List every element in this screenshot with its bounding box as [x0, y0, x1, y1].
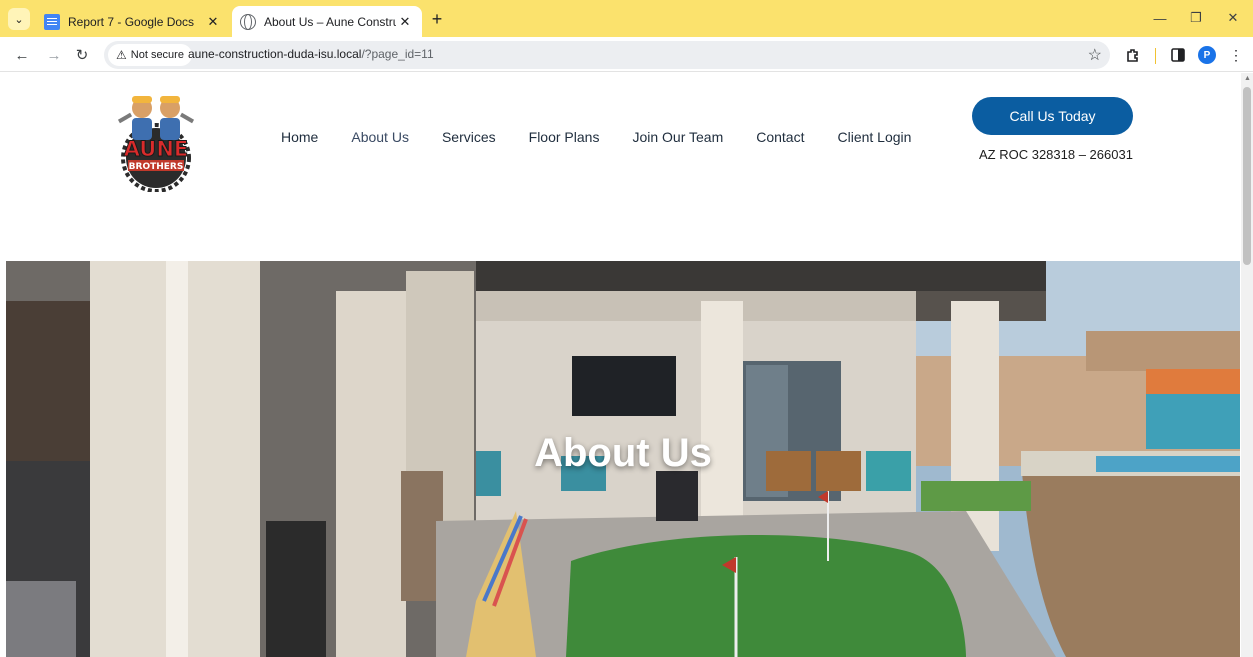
close-icon[interactable]: ✕	[396, 13, 414, 31]
main-navigation: Home About Us Services Floor Plans Join …	[281, 125, 911, 149]
toolbar-divider	[1155, 48, 1156, 64]
browser-toolbar: ← → ↻ ⚠ Not secure aune-construction-dud…	[0, 37, 1253, 72]
nav-contact[interactable]: Contact	[756, 129, 804, 145]
chevron-down-icon: ⌄	[14, 13, 24, 26]
security-chip[interactable]: ⚠ Not secure	[108, 44, 192, 66]
scroll-up-icon[interactable]: ▲	[1244, 75, 1251, 82]
bookmark-star-icon[interactable]: ☆	[1088, 45, 1102, 65]
license-number: AZ ROC 328318 – 266031	[979, 147, 1133, 162]
nav-floor-plans[interactable]: Floor Plans	[529, 129, 600, 145]
google-docs-icon	[44, 13, 60, 30]
url-text[interactable]: aune-construction-duda-isu.local/?page_i…	[188, 47, 434, 61]
more-menu-icon[interactable]: ⋮	[1226, 45, 1246, 65]
scrollbar-thumb[interactable]	[1243, 87, 1251, 265]
url-path: /?page_id=11	[361, 47, 434, 61]
site-logo[interactable]: AUNE BROTHERS	[108, 88, 204, 193]
close-icon[interactable]: ✕	[204, 13, 222, 31]
extensions-icon[interactable]	[1123, 45, 1143, 65]
browser-tab-bar: ⌄ Report 7 - Google Docs ✕ About Us – Au…	[0, 0, 1253, 37]
logo-text-top: AUNE	[124, 137, 189, 161]
tab-search-button[interactable]: ⌄	[8, 8, 30, 30]
call-us-today-button[interactable]: Call Us Today	[972, 97, 1133, 135]
reload-icon[interactable]: ↻	[70, 43, 94, 67]
hero-title: About Us	[534, 431, 712, 475]
hero-banner: About Us	[6, 261, 1240, 657]
logo-text-bottom: BROTHERS	[129, 162, 184, 172]
profile-avatar[interactable]: P	[1197, 45, 1217, 65]
security-label: Not secure	[130, 49, 184, 61]
minimize-icon[interactable]: —	[1149, 8, 1171, 28]
tab-about-us[interactable]: About Us – Aune Construction ✕	[232, 6, 422, 37]
address-bar[interactable]: ⚠ Not secure aune-construction-duda-isu.…	[104, 41, 1110, 69]
nav-services[interactable]: Services	[442, 129, 496, 145]
web-page: AUNE BROTHERS Home About Us Services Flo…	[0, 73, 1241, 657]
url-host: aune-construction-duda-isu.local	[188, 47, 362, 61]
nav-join-our-team[interactable]: Join Our Team	[632, 129, 723, 145]
nav-about-us[interactable]: About Us	[351, 129, 409, 145]
globe-icon	[240, 13, 256, 30]
tab-title: Report 7 - Google Docs	[68, 14, 195, 29]
close-window-icon[interactable]: ✕	[1222, 8, 1244, 28]
warning-icon: ⚠	[116, 48, 127, 62]
forward-icon[interactable]: →	[42, 43, 66, 67]
new-tab-button[interactable]: +	[426, 8, 448, 30]
restore-icon[interactable]: ❐	[1185, 8, 1207, 28]
page-scrollbar[interactable]: ▲	[1241, 73, 1253, 657]
back-icon[interactable]: ←	[10, 43, 34, 67]
profile-initial: P	[1198, 46, 1216, 64]
tab-google-docs[interactable]: Report 7 - Google Docs ✕	[36, 6, 230, 37]
tab-title: About Us – Aune Construction	[264, 14, 396, 29]
nav-client-login[interactable]: Client Login	[837, 129, 911, 145]
nav-home[interactable]: Home	[281, 129, 318, 145]
side-panel-icon[interactable]	[1168, 45, 1188, 65]
